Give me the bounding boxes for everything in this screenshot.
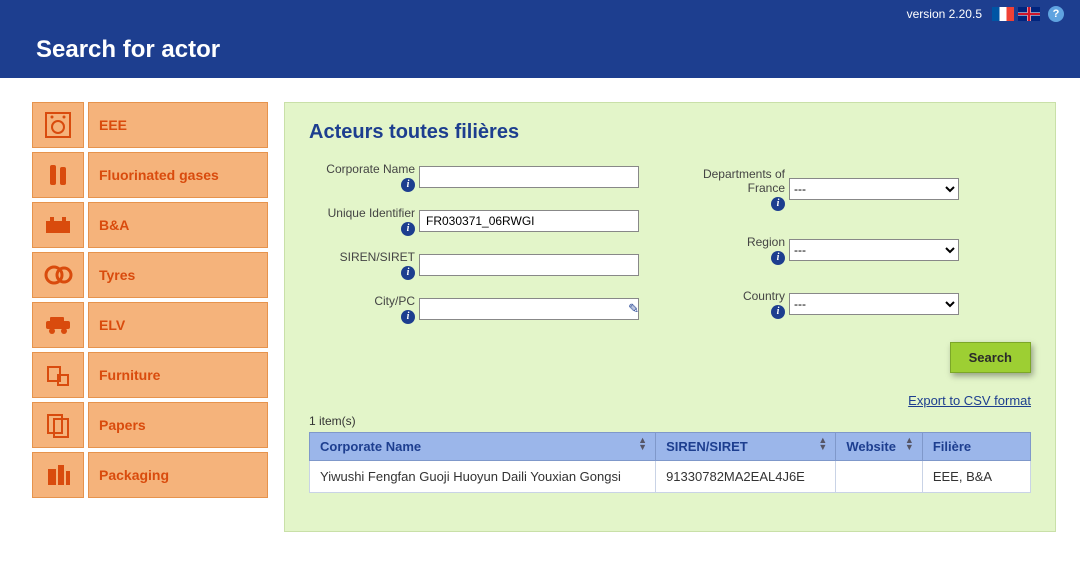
flag-fr-icon[interactable] (992, 7, 1014, 21)
label-departments: Departments of Francei (689, 167, 789, 211)
papers-icon (32, 402, 84, 448)
info-icon[interactable]: i (771, 251, 785, 265)
sidebar-item-label: Tyres (99, 267, 135, 283)
result-count: 1 item(s) (309, 414, 1031, 428)
info-icon[interactable]: i (401, 310, 415, 324)
cell-filiere: EEE, B&A (922, 461, 1030, 493)
version-label: version 2.20.5 (907, 7, 982, 21)
sidebar-item-label: B&A (99, 217, 129, 233)
info-icon[interactable]: i (771, 197, 785, 211)
info-icon[interactable]: i (401, 222, 415, 236)
col-filiere[interactable]: Filière (922, 433, 1030, 461)
label-unique-identifier: Unique Identifieri (309, 206, 419, 236)
sidebar-item-fluorinated-gases[interactable]: Fluorinated gases (32, 152, 268, 198)
table-row[interactable]: Yiwushi Fengfan Guoji Huoyun Daili Youxi… (310, 461, 1031, 493)
packaging-icon (32, 452, 84, 498)
sidebar-item-label: ELV (99, 317, 125, 333)
corporate-name-input[interactable] (419, 166, 639, 188)
sidebar-item-label: Fluorinated gases (99, 167, 219, 183)
sidebar-item-label: Papers (99, 417, 146, 433)
region-select[interactable]: --- (789, 239, 959, 261)
sidebar-item-packaging[interactable]: Packaging (32, 452, 268, 498)
country-select[interactable]: --- (789, 293, 959, 315)
siren-siret-input[interactable] (419, 254, 639, 276)
panel-title: Acteurs toutes filières (309, 121, 1031, 144)
flag-uk-icon[interactable] (1018, 7, 1040, 21)
sidebar-item-furniture[interactable]: Furniture (32, 352, 268, 398)
cell-siren-siret: 91330782MA2EAL4J6E (656, 461, 836, 493)
info-icon[interactable]: i (401, 266, 415, 280)
col-siren-siret[interactable]: SIREN/SIRET ▲▼ (656, 433, 836, 461)
top-bar: version 2.20.5 ? (0, 0, 1080, 28)
page-header: Search for actor (0, 28, 1080, 78)
pencil-icon[interactable]: ✎ (628, 301, 639, 317)
sidebar-item-eee[interactable]: EEE (32, 102, 268, 148)
label-country: Countryi (689, 289, 789, 319)
search-button[interactable]: Search (950, 342, 1031, 373)
sidebar: EEE Fluorinated gases B&A Tyres ELV (32, 102, 268, 502)
elv-icon (32, 302, 84, 348)
cell-website (836, 461, 923, 493)
sort-icon[interactable]: ▲▼ (905, 437, 914, 451)
cell-corporate-name: Yiwushi Fengfan Guoji Huoyun Daili Youxi… (310, 461, 656, 493)
label-region: Regioni (689, 235, 789, 265)
sort-icon[interactable]: ▲▼ (638, 437, 647, 451)
sidebar-item-elv[interactable]: ELV (32, 302, 268, 348)
info-icon[interactable]: i (771, 305, 785, 319)
departments-select[interactable]: --- (789, 178, 959, 200)
export-csv-link[interactable]: Export to CSV format (908, 393, 1031, 408)
help-icon[interactable]: ? (1048, 6, 1064, 22)
sidebar-item-ba[interactable]: B&A (32, 202, 268, 248)
sidebar-item-label: EEE (99, 117, 127, 133)
sidebar-item-tyres[interactable]: Tyres (32, 252, 268, 298)
results-table: Corporate Name ▲▼ SIREN/SIRET ▲▼ Website… (309, 432, 1031, 493)
col-corporate-name[interactable]: Corporate Name ▲▼ (310, 433, 656, 461)
sidebar-item-label: Furniture (99, 367, 160, 383)
tyres-icon (32, 252, 84, 298)
col-website[interactable]: Website ▲▼ (836, 433, 923, 461)
info-icon[interactable]: i (401, 178, 415, 192)
city-pc-input[interactable] (419, 298, 639, 320)
sidebar-item-label: Packaging (99, 467, 169, 483)
search-panel: Acteurs toutes filières Corporate Namei … (284, 102, 1056, 532)
unique-identifier-input[interactable] (419, 210, 639, 232)
label-siren-siret: SIREN/SIRETi (309, 250, 419, 280)
eee-icon (32, 102, 84, 148)
furniture-icon (32, 352, 84, 398)
search-form: Corporate Namei Unique Identifieri SIREN… (309, 162, 1031, 324)
label-corporate-name: Corporate Namei (309, 162, 419, 192)
ba-icon (32, 202, 84, 248)
label-city-pc: City/PCi (309, 294, 419, 324)
fluorinated-gases-icon (32, 152, 84, 198)
page-title: Search for actor (36, 36, 1044, 64)
sidebar-item-papers[interactable]: Papers (32, 402, 268, 448)
sort-icon[interactable]: ▲▼ (818, 437, 827, 451)
